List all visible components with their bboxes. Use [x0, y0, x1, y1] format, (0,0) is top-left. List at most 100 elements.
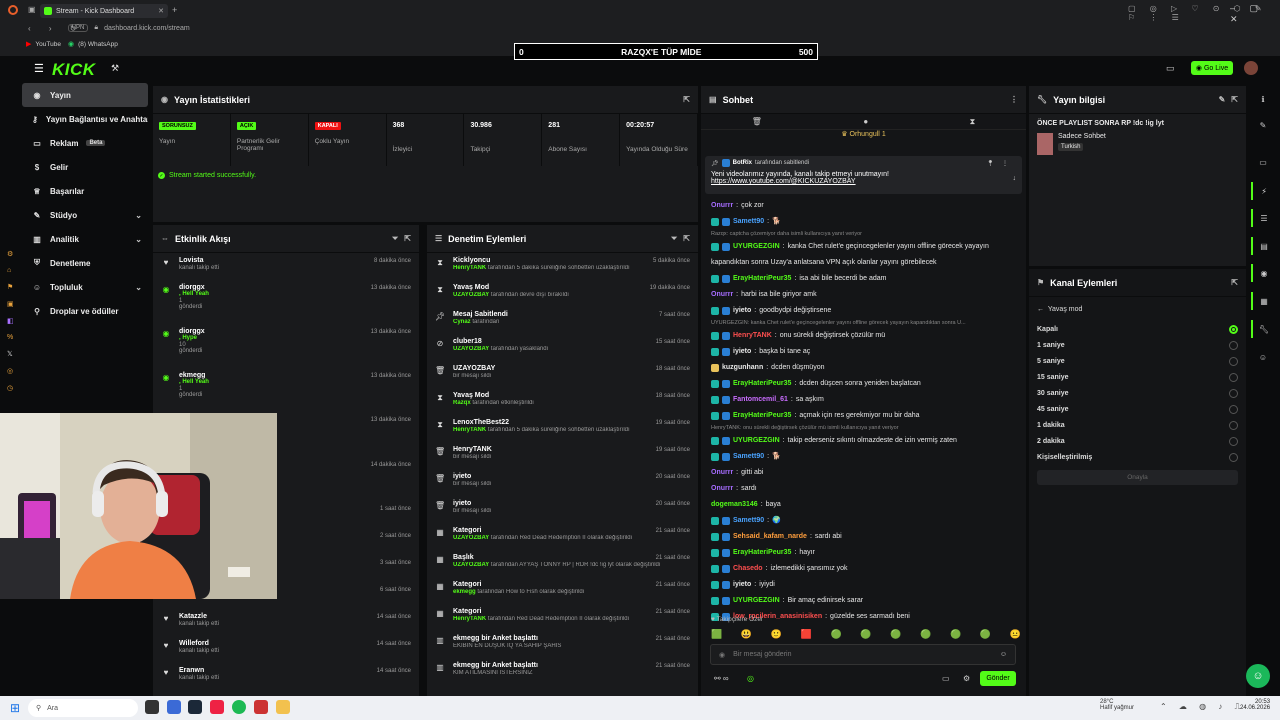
mod-user[interactable]: HenryTANK	[453, 427, 486, 433]
radio-button[interactable]	[1229, 404, 1238, 414]
chat-username[interactable]: iyieto	[733, 577, 751, 593]
chat-username[interactable]: Onurrr	[711, 287, 733, 303]
kick-emote-icon[interactable]: ◎	[747, 674, 754, 683]
tabs-icon[interactable]: ▣	[28, 5, 36, 14]
kick-logo[interactable]: KICK	[52, 60, 96, 80]
filter-icon[interactable]: ⏷	[392, 234, 398, 244]
emote-icon[interactable]: 🟢	[860, 629, 871, 640]
chat-username[interactable]: ErayHateriPeur35	[733, 271, 791, 287]
send-button[interactable]: Gönder	[980, 671, 1016, 686]
chat-username[interactable]: Onurrr	[711, 465, 733, 481]
rail-flag-icon[interactable]: ⚑	[7, 283, 14, 291]
sidebar-item-community[interactable]: ☺ Topluluk ⌄	[22, 275, 148, 299]
radio-button[interactable]	[1229, 324, 1238, 334]
radio-button[interactable]	[1229, 436, 1238, 446]
folder-icon[interactable]	[276, 700, 290, 714]
rail-twitch-icon[interactable]: ◧	[7, 317, 14, 325]
opera-icon[interactable]	[210, 700, 224, 714]
mod-user[interactable]: UZAYOZBAY	[453, 346, 489, 352]
arrow-down-icon[interactable]: ↓	[1013, 175, 1017, 182]
chat-username[interactable]: dogeman3146	[711, 497, 758, 513]
gear-icon[interactable]: ⚙	[963, 674, 970, 683]
slow-mode-option[interactable]: 1 saniye	[1029, 337, 1246, 353]
chat-username[interactable]: Samett90	[733, 449, 764, 465]
chat-username[interactable]: Fantomcemil_61	[733, 392, 788, 408]
mod-user[interactable]: Cynaz	[453, 319, 471, 325]
more-icon[interactable]: ⋮	[1010, 95, 1018, 104]
trash-icon[interactable]: 🗑︎	[752, 117, 762, 126]
new-tab-icon[interactable]: +	[172, 5, 177, 15]
avatar[interactable]	[1244, 61, 1258, 75]
url-text[interactable]: dashboard.kick.com/stream	[104, 25, 190, 32]
steam-icon[interactable]	[188, 700, 202, 714]
emote-icon[interactable]: 🟢	[950, 629, 961, 640]
task-view-icon[interactable]	[145, 700, 159, 714]
chat-username[interactable]: Samett90	[733, 513, 764, 529]
chat-username[interactable]: UYURGEZGIN	[733, 433, 780, 449]
rail-lock-icon[interactable]: ⌂	[7, 267, 14, 274]
sidebar-item-revenue[interactable]: $ Gelir	[22, 155, 148, 179]
emote-icon[interactable]: 😃	[741, 629, 752, 640]
spotify-icon[interactable]	[232, 700, 246, 714]
emote-icon[interactable]: 🟢	[980, 629, 991, 640]
taskbar-search[interactable]: ⚲ Ara	[28, 699, 138, 717]
mod-user[interactable]: UZAYOZBAY	[453, 292, 489, 298]
rail-info-icon[interactable]: ◎	[7, 367, 14, 375]
mod-user[interactable]: HenryTANK	[453, 616, 486, 622]
slow-mode-option[interactable]: 1 dakika	[1029, 417, 1246, 433]
app-icon[interactable]	[254, 700, 268, 714]
close-tab-icon[interactable]: ✕	[158, 7, 164, 15]
slow-mode-option[interactable]: Kişiselleştirilmiş	[1029, 449, 1246, 465]
bookmark-youtube[interactable]: ▶ YouTube	[26, 40, 61, 49]
filter-icon[interactable]: ⏷	[671, 234, 677, 244]
edit-rail-icon[interactable]: ✎	[1251, 116, 1275, 134]
sidebar-item-ads[interactable]: ▭ Reklam Beta	[22, 131, 148, 155]
emote-icon[interactable]: 🙂	[771, 629, 782, 640]
smiley-icon[interactable]: ☺	[1000, 651, 1007, 658]
mod-user[interactable]: UZAYOZBAY	[453, 562, 489, 568]
sidebar-item-yayin[interactable]: ◉ Yayın	[22, 83, 148, 107]
chat-username[interactable]: HenryTANK	[733, 328, 772, 344]
rail-box-icon[interactable]: ▣	[7, 300, 14, 308]
chat-username[interactable]: iyieto	[733, 344, 751, 360]
radio-button[interactable]	[1229, 372, 1238, 382]
rail-clock-icon[interactable]: ◷	[7, 384, 14, 392]
chat-username[interactable]: ErayHateriPeur35	[733, 376, 791, 392]
window-controls-icon[interactable]: – ▢ ✕	[1230, 3, 1280, 25]
chat-username[interactable]: ErayHateriPeur35	[733, 408, 791, 424]
go-live-button[interactable]: ◉ Go Live	[1191, 61, 1233, 75]
emote-icon[interactable]: 😐	[1010, 629, 1021, 640]
pin-actions-icon[interactable]: 📍︎⋮	[986, 160, 1016, 167]
emote-icon[interactable]: 🟥	[801, 629, 812, 640]
users-rail-icon[interactable]: ☺	[1251, 348, 1275, 366]
sidebar-item-drops[interactable]: ⚲ Droplar ve ödüller	[22, 299, 148, 323]
radio-button[interactable]	[1229, 340, 1238, 350]
popout-icon[interactable]: ⇱	[404, 234, 411, 243]
sidebar-item-studio[interactable]: ✎ Stüdyo ⌄	[22, 203, 148, 227]
emote-icon[interactable]: 🟢	[890, 629, 901, 640]
back-arrow-icon[interactable]: ←	[1037, 306, 1044, 313]
wrench-rail-icon[interactable]: 🔧︎	[1251, 320, 1275, 338]
mod-user[interactable]: ekmegg	[453, 589, 476, 595]
radio-button[interactable]	[1229, 356, 1238, 366]
emote-icon[interactable]: 🟢	[920, 629, 931, 640]
rail-x-icon[interactable]: 𝕏	[7, 350, 14, 358]
slow-mode-option[interactable]: 2 dakika	[1029, 433, 1246, 449]
popout-icon[interactable]: ⇱	[683, 234, 690, 243]
bubble-icon[interactable]: ●	[863, 117, 868, 126]
bookmark-whatsapp[interactable]: ◉ (8) WhatsApp	[68, 40, 118, 49]
confirm-button[interactable]: Onayla	[1037, 470, 1238, 485]
chat-rail-icon[interactable]: ▤	[1251, 237, 1275, 255]
support-chat-icon[interactable]: ☺	[1246, 664, 1270, 688]
chat-username[interactable]: UYURGEZGIN	[733, 239, 780, 255]
edit-icon[interactable]: ✎	[1219, 95, 1226, 104]
sidebar-item-analytics[interactable]: ▥ Analitik ⌄	[22, 227, 148, 251]
slow-mode-option[interactable]: 5 saniye	[1029, 353, 1246, 369]
popout-icon[interactable]: ⇱	[1231, 95, 1238, 104]
chrome-icon[interactable]	[167, 700, 181, 714]
chat-username[interactable]: Sehsaid_kafam_narde	[733, 529, 807, 545]
broadcast-rail-icon[interactable]: ◉	[1251, 264, 1275, 282]
info-rail-icon[interactable]: ℹ	[1251, 90, 1275, 108]
emote-bar[interactable]: 🟩 😃 🙂 🟥 🟢 🟢 🟢 🟢 🟢 🟢 😐	[711, 629, 1021, 640]
back-slow-mode[interactable]: ← Yavaş mod	[1029, 297, 1246, 321]
